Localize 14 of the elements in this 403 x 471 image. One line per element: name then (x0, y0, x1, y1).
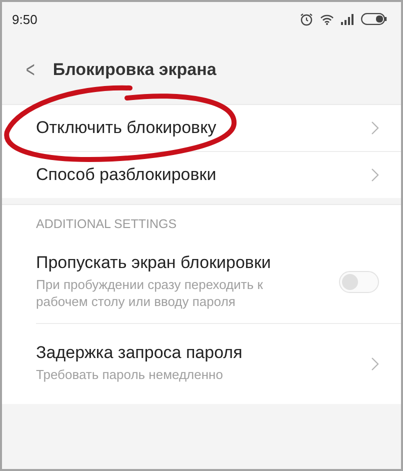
row-subtitle: Требовать пароль немедленно (36, 367, 224, 384)
row-title: Способ разблокировки (36, 165, 216, 185)
status-time: 9:50 (12, 12, 38, 26)
settings-row[interactable]: Способ разблокировки (36, 151, 401, 198)
settings-row[interactable]: Задержка запроса пароля Требовать пароль немедленно (36, 322, 401, 404)
row-subtitle: При пробуждении сразу переходить к рабочем столу или вводу пароля (36, 277, 264, 311)
settings-row[interactable]: Пропускать экран блокировки При пробуждении сразу переходить к рабочем столу или вводу пароля (36, 241, 401, 323)
back-button[interactable]: < (26, 59, 35, 81)
row-title: Задержка запроса пароля (36, 343, 242, 364)
row-title: Пропускать экран блокировки (36, 253, 272, 273)
settings-row[interactable]: Отключить блокировку (36, 105, 401, 151)
row-title: Отключить блокировку (36, 118, 216, 138)
section-heading: ADDITIONAL SETTINGS (35, 216, 178, 233)
screen-title: Блокировка экрана (52, 60, 216, 80)
